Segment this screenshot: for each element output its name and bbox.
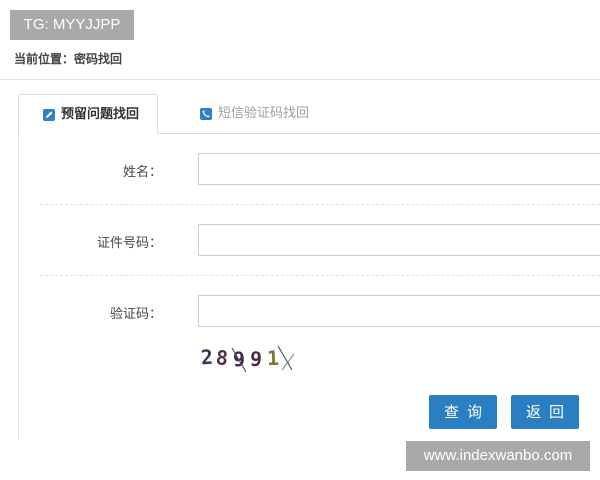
- id-number-label: 证件号码：: [96, 236, 162, 251]
- breadcrumb: 当前位置：密码找回: [14, 52, 123, 66]
- header-divider: [0, 79, 600, 80]
- tab-bar: 预留问题找回 短信验证码找回: [18, 94, 600, 134]
- captcha-char: 8: [215, 345, 229, 370]
- phone-icon: [200, 108, 212, 120]
- back-button[interactable]: 返回: [511, 395, 579, 429]
- row-divider: [40, 275, 600, 276]
- captcha-char: 2: [200, 345, 214, 370]
- tab-security-question[interactable]: 预留问题找回: [18, 94, 158, 134]
- captcha-input[interactable]: [198, 295, 600, 327]
- query-button[interactable]: 查询: [429, 395, 497, 429]
- tab-sms-code-label: 短信验证码找回: [218, 106, 310, 121]
- tab-security-question-label: 预留问题找回: [61, 107, 140, 122]
- row-divider: [40, 204, 600, 205]
- captcha-image[interactable]: 2 8 9 9 1: [200, 340, 296, 376]
- name-input[interactable]: [198, 153, 600, 185]
- tab-sms-code[interactable]: 短信验证码找回: [176, 94, 336, 134]
- watermark-label: www.indexwanbo.com: [406, 441, 590, 471]
- captcha-char: 1: [267, 346, 280, 370]
- captcha-char: 9: [249, 347, 263, 372]
- captcha-label: 验证码：: [109, 307, 162, 322]
- tg-overlay-label: TG: MYYJJPP: [10, 10, 134, 40]
- id-number-input[interactable]: [198, 224, 600, 256]
- name-label: 姓名：: [122, 165, 162, 180]
- edit-icon: [43, 109, 55, 121]
